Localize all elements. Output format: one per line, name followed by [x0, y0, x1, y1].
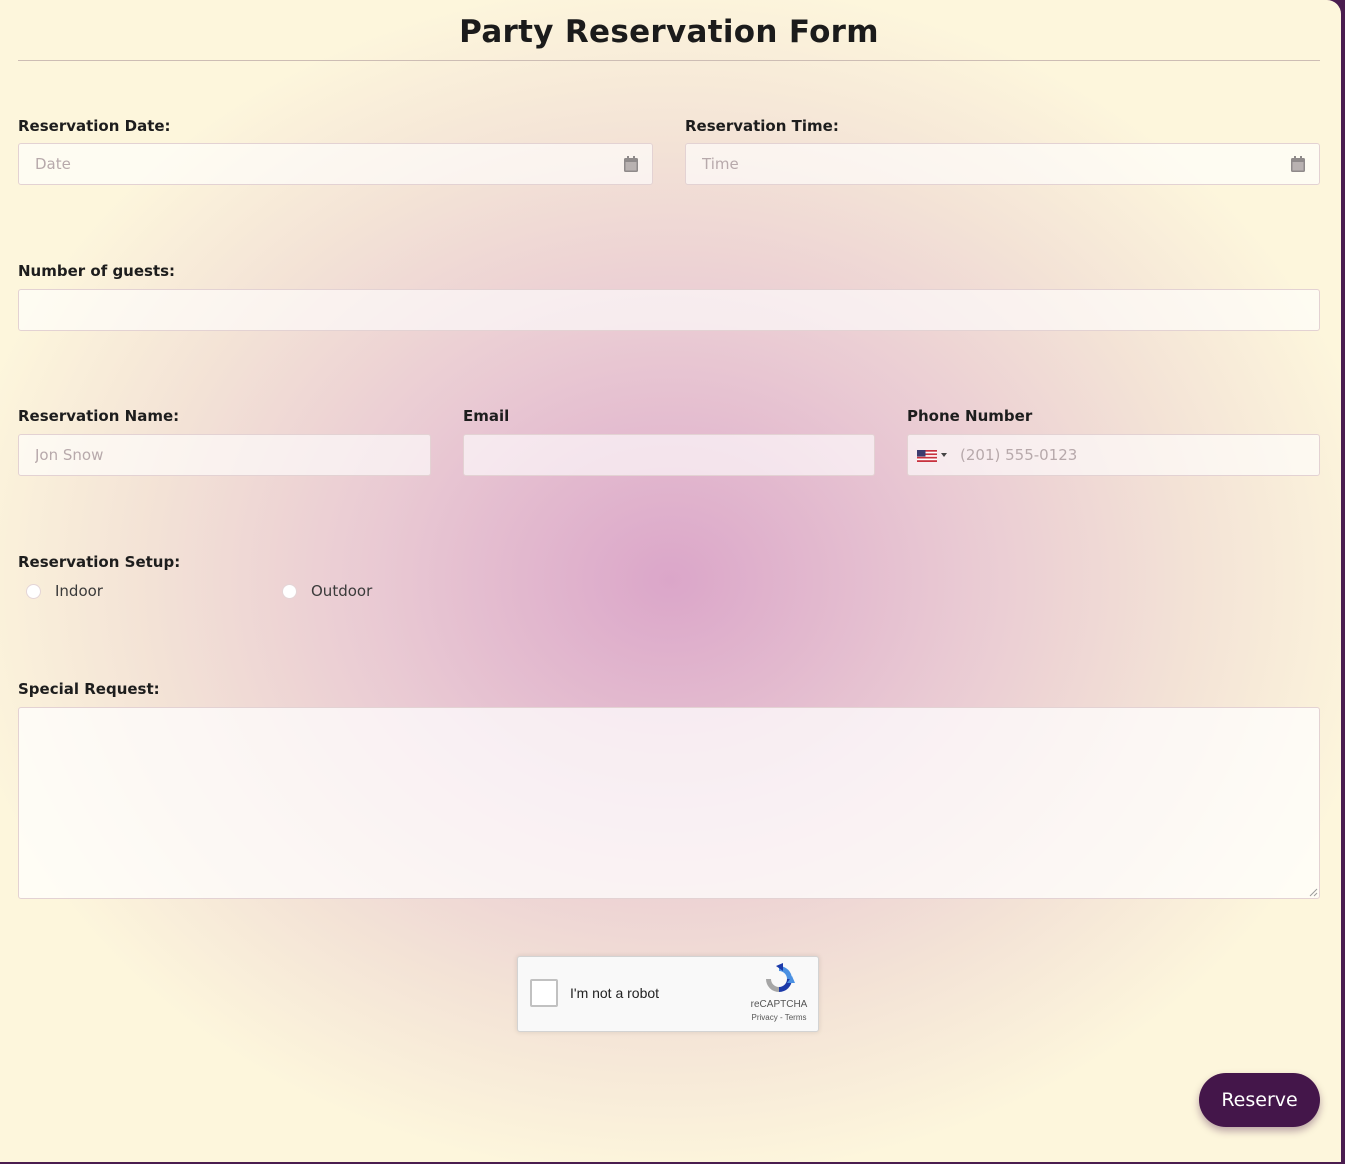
radio-option-indoor[interactable]: Indoor — [26, 582, 103, 600]
radio-label-outdoor: Outdoor — [311, 582, 372, 600]
radio-option-outdoor[interactable]: Outdoor — [282, 582, 372, 600]
calendar-icon[interactable] — [1291, 156, 1305, 172]
guests-label: Number of guests: — [18, 262, 175, 280]
reservation-form-card: Party Reservation Form Reservation Date:… — [0, 0, 1341, 1162]
recaptcha-brand: reCAPTCHA — [744, 999, 814, 1010]
recaptcha-widget: I'm not a robot reCAPTCHA Privacy - Term… — [517, 956, 819, 1032]
recaptcha-privacy-terms-link[interactable]: Privacy - Terms — [744, 1013, 814, 1022]
reservation-time-label: Reservation Time: — [685, 117, 839, 135]
reservation-date-label: Reservation Date: — [18, 117, 171, 135]
recaptcha-checkbox[interactable] — [530, 979, 558, 1007]
reserve-button[interactable]: Reserve — [1199, 1073, 1320, 1127]
recaptcha-logo-icon — [763, 963, 795, 995]
phone-input[interactable] — [907, 434, 1320, 476]
reservation-name-input[interactable] — [18, 434, 431, 476]
special-request-label: Special Request: — [18, 680, 160, 698]
reservation-time-input[interactable] — [685, 143, 1320, 185]
email-field[interactable] — [463, 434, 875, 476]
phone-label: Phone Number — [907, 407, 1032, 425]
reservation-date-input[interactable] — [18, 143, 653, 185]
page-title: Party Reservation Form — [0, 14, 1338, 50]
title-divider — [18, 60, 1320, 61]
guests-input[interactable] — [18, 289, 1320, 331]
email-label: Email — [463, 407, 509, 425]
country-dropdown-caret-icon[interactable] — [941, 453, 947, 457]
special-request-textarea[interactable] — [18, 707, 1320, 899]
radio-label-indoor: Indoor — [55, 582, 103, 600]
resize-grip-icon[interactable] — [1308, 887, 1318, 897]
radio-button[interactable] — [26, 584, 41, 599]
recaptcha-label: I'm not a robot — [570, 985, 659, 1001]
us-flag-icon[interactable] — [917, 450, 937, 462]
calendar-icon[interactable] — [624, 156, 638, 172]
reservation-name-label: Reservation Name: — [18, 407, 179, 425]
reservation-setup-label: Reservation Setup: — [18, 553, 180, 571]
radio-button[interactable] — [282, 584, 297, 599]
